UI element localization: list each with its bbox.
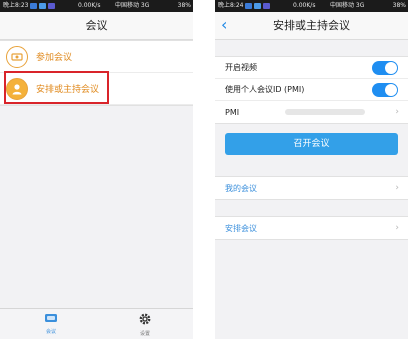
app-notification-icon [254,3,261,9]
app-notification-icon [39,3,46,9]
back-chevron-icon[interactable]: ‹ [221,12,227,38]
chevron-right-icon: › [395,183,399,193]
schedule-meeting-label: 安排会议 [225,223,257,233]
app-notification-icon [48,3,55,9]
tab-meeting[interactable]: 会议 [31,312,71,335]
chevron-right-icon: › [395,223,399,233]
tab-label: 设置 [139,331,150,337]
schedule-section: 安排会议 › [215,216,408,240]
host-meeting-label: 安排或主持会议 [36,85,100,95]
join-meeting-label: 参加会议 [36,53,73,63]
page-title: 安排或主持会议 [273,19,350,32]
my-meetings-section: 我的会议 › [215,176,408,200]
pmi-setting-row: 使用个人会议ID (PMI) [215,79,408,101]
join-meeting-icon [6,45,28,68]
gear-icon [139,313,151,325]
tab-settings[interactable]: 设置 [125,312,165,337]
pmi-label: PMI [225,107,240,117]
start-meeting-button[interactable]: 召开会议 [225,133,398,155]
meeting-tab-icon [45,314,57,322]
app-notification-icon [245,3,252,9]
network-speed: 0.00K/s [78,2,101,9]
screenshot-pair: 晚上8:23 0.00K/s 中国移动 3G 38% 会议 参加会议 安排或主持… [0,0,408,339]
video-toggle[interactable] [372,61,398,75]
app-notification-icon [263,3,270,9]
pmi-row[interactable]: PMI › [215,101,408,123]
battery-level: 38% [177,2,191,9]
schedule-meeting-item[interactable]: 安排会议 › [215,217,408,239]
status-bar: 晚上8:24 0.00K/s 中国移动 3G 38% [215,0,408,12]
notification-icons [245,3,270,9]
status-time: 晚上8:23 [3,2,29,9]
join-meeting-item[interactable]: 参加会议 [0,41,193,73]
network-speed: 0.00K/s [293,2,316,9]
tab-label: 会议 [45,329,56,335]
nav-bar: ‹ 安排或主持会议 [215,12,408,40]
pmi-toggle[interactable] [372,83,398,97]
status-bar: 晚上8:23 0.00K/s 中国移动 3G 38% [0,0,193,12]
app-notification-icon [30,3,37,9]
left-phone-screen: 晚上8:23 0.00K/s 中国移动 3G 38% 会议 参加会议 安排或主持… [0,0,193,339]
notification-icons [30,3,55,9]
my-meetings-label: 我的会议 [225,183,257,193]
video-setting-row: 开启视频 [215,57,408,79]
carrier-label: 中国移动 3G [330,2,365,9]
page-title: 会议 [85,19,108,32]
status-time: 晚上8:24 [218,2,244,9]
carrier-label: 中国移动 3G [115,2,150,9]
nav-bar: 会议 [0,12,193,40]
settings-list: 开启视频 使用个人会议ID (PMI) PMI › [215,56,408,124]
battery-level: 38% [392,2,406,9]
video-setting-label: 开启视频 [225,63,257,72]
pmi-setting-label: 使用个人会议ID (PMI) [225,85,305,94]
my-meetings-item[interactable]: 我的会议 › [215,177,408,199]
tab-bar: 会议 设置 [0,308,193,339]
host-person-icon [6,77,28,100]
pmi-value-blurred [285,109,365,115]
host-meeting-item[interactable]: 安排或主持会议 [0,73,193,105]
chevron-right-icon: › [395,107,399,117]
meeting-options-list: 参加会议 安排或主持会议 [0,40,193,106]
right-phone-screen: 晚上8:24 0.00K/s 中国移动 3G 38% ‹ 安排或主持会议 开启视… [215,0,408,339]
